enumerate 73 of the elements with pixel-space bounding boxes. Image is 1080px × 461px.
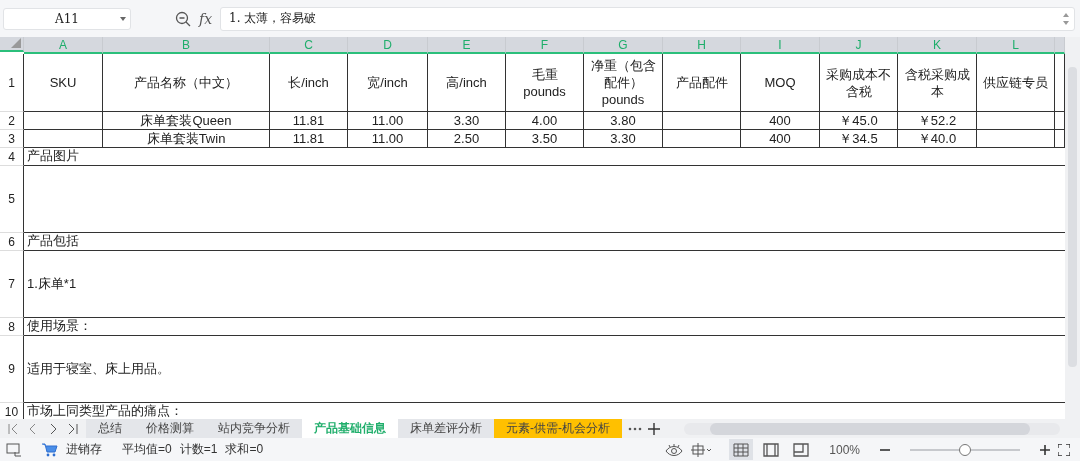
table-cell: 床单套装Twin bbox=[103, 130, 270, 148]
sheet-tab[interactable]: 站内竞争分析 bbox=[206, 419, 302, 438]
table-cell: ￥40.0 bbox=[898, 130, 977, 148]
eye-icon[interactable] bbox=[665, 443, 684, 456]
row-header[interactable]: 4 bbox=[0, 148, 24, 166]
table-cell: 400 bbox=[741, 130, 820, 148]
table-cell: 3.50 bbox=[506, 130, 584, 148]
table-header-cell: SKU bbox=[24, 54, 103, 112]
row-header[interactable]: 7 bbox=[0, 251, 24, 318]
sheet-tab[interactable]: 元素-供需-机会分析 bbox=[494, 419, 622, 438]
table-cell: 11.81 bbox=[270, 112, 348, 130]
sheet-tab[interactable]: 床单差评分析 bbox=[398, 419, 494, 438]
row-header[interactable]: 6 bbox=[0, 233, 24, 251]
table-header-cell: 含税采购成本 bbox=[898, 54, 977, 112]
merged-cell: 使用场景： bbox=[24, 318, 1065, 336]
table-header-cell: 毛重 pounds bbox=[506, 54, 584, 112]
row-header[interactable]: 9 bbox=[0, 336, 24, 403]
sheet-tab[interactable]: 价格测算 bbox=[134, 419, 206, 438]
spin-arrows-icon[interactable] bbox=[1062, 11, 1070, 26]
formula-field[interactable]: 1. 太薄，容易破 bbox=[220, 6, 1075, 31]
fullscreen-icon[interactable] bbox=[1058, 443, 1070, 456]
caret-icon bbox=[120, 16, 126, 21]
merged-cell: 适用于寝室、床上用品。 bbox=[24, 336, 1065, 403]
sheet-tab[interactable]: 总结 bbox=[86, 419, 134, 438]
table-header-cell: 供应链专员 bbox=[977, 54, 1055, 112]
table-cell: 3.80 bbox=[584, 112, 663, 130]
function-button[interactable]: fx bbox=[199, 10, 213, 27]
table-header-cell: 净重（包含配件）pounds bbox=[584, 54, 663, 112]
table-cell: 床单套装Queen bbox=[103, 112, 270, 130]
vertical-scrollbar[interactable] bbox=[1065, 37, 1080, 419]
table-cell: 11.00 bbox=[348, 112, 428, 130]
table-cell: ￥52.2 bbox=[898, 112, 977, 130]
crosshair-icon[interactable] bbox=[691, 442, 714, 457]
table-header-cell: 高/inch bbox=[428, 54, 506, 112]
table-cell: 3.30 bbox=[584, 130, 663, 148]
merged-cell: 产品图片 bbox=[24, 148, 1065, 166]
merged-cell: 1.床单*1 bbox=[24, 251, 1065, 318]
table-header-cell: 采购成本不含税 bbox=[820, 54, 898, 112]
average-readout: 平均值=0 bbox=[122, 441, 172, 458]
merged-cell: 产品包括 bbox=[24, 233, 1065, 251]
table-cell: 11.00 bbox=[348, 130, 428, 148]
add-sheet-icon[interactable] bbox=[648, 422, 660, 435]
table-cell: 3.30 bbox=[428, 112, 506, 130]
table-header-cell: MOQ bbox=[741, 54, 820, 112]
row-header[interactable]: 3 bbox=[0, 130, 24, 148]
table-cell: ￥45.0 bbox=[820, 112, 898, 130]
table-cell: ￥34.5 bbox=[820, 130, 898, 148]
zoom-dropdown[interactable]: 100% bbox=[829, 442, 860, 457]
horizontal-scrollbar[interactable] bbox=[684, 422, 1060, 435]
table-header-cell: 长/inch bbox=[270, 54, 348, 112]
zoom-in-icon[interactable] bbox=[1040, 444, 1050, 455]
table-cell: 4.00 bbox=[506, 112, 584, 130]
first-sheet-icon[interactable] bbox=[6, 422, 20, 435]
row-header[interactable]: 5 bbox=[0, 166, 24, 233]
row-header[interactable]: 1 bbox=[0, 54, 24, 112]
row-header[interactable]: 8 bbox=[0, 318, 24, 336]
table-cell: 400 bbox=[741, 112, 820, 130]
inventory-button[interactable]: 进销存 bbox=[66, 441, 102, 458]
table-header-cell: 产品配件 bbox=[663, 54, 741, 112]
more-icon[interactable] bbox=[628, 426, 642, 431]
cell-reference-field[interactable]: A11 bbox=[3, 7, 131, 30]
cart-icon[interactable] bbox=[42, 442, 58, 457]
last-sheet-icon[interactable] bbox=[66, 422, 80, 435]
zoom-icon[interactable] bbox=[175, 10, 191, 27]
macro-icon[interactable] bbox=[6, 442, 22, 457]
row-header[interactable]: 2 bbox=[0, 112, 24, 130]
table-header-cell: 产品名称（中文） bbox=[103, 54, 270, 112]
normal-view-button[interactable] bbox=[729, 439, 754, 460]
sum-readout: 求和=0 bbox=[225, 441, 264, 458]
count-readout: 计数=1 bbox=[179, 441, 218, 458]
table-header-cell: 宽/inch bbox=[348, 54, 428, 112]
table-cell: 2.50 bbox=[428, 130, 506, 148]
table-cell: 11.81 bbox=[270, 130, 348, 148]
